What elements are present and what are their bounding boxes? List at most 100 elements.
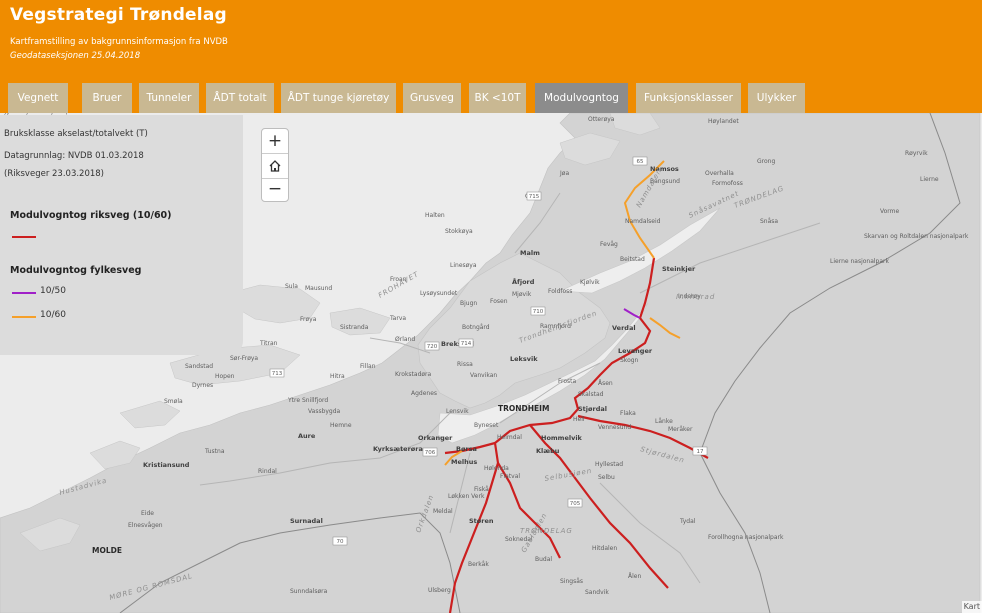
tab-bruer[interactable]: Bruer bbox=[82, 83, 132, 113]
map-label: Fillan bbox=[360, 363, 376, 370]
tab-modulvogntog[interactable]: Modulvogntog bbox=[535, 83, 628, 113]
tab-ulykker[interactable]: Ulykker bbox=[748, 83, 805, 113]
zoom-in-button[interactable]: + bbox=[262, 129, 288, 153]
map-label: Løkken Verk bbox=[448, 493, 485, 500]
map-label: Lierne nasjonalpark bbox=[830, 258, 890, 265]
map-label: Otterøya bbox=[588, 116, 615, 123]
map-label: Støren bbox=[469, 517, 494, 525]
legend-riksveg-heading: Modulvogntog riksveg (10/60) bbox=[10, 210, 172, 221]
svg-text:714: 714 bbox=[461, 341, 472, 347]
map-label: Budal bbox=[535, 556, 552, 563]
map-label: Skarvan og Roltdalen nasjonalpark bbox=[864, 233, 969, 240]
legend-fylkesveg-heading: Modulvogntog fylkesveg bbox=[10, 265, 142, 276]
map-label: Singsås bbox=[560, 578, 583, 585]
map-label: Lierne bbox=[920, 176, 939, 183]
map-label: Namdalseid bbox=[625, 218, 661, 225]
map-label: Klæbu bbox=[536, 447, 560, 455]
map-label: Hell bbox=[573, 416, 585, 423]
map-label: Sunndalsøra bbox=[290, 588, 328, 595]
map-label: Frøya bbox=[300, 316, 317, 323]
map-attribution[interactable]: Kart bbox=[961, 601, 982, 613]
home-icon bbox=[269, 160, 281, 172]
map-label: Sandvik bbox=[585, 589, 609, 596]
legend-line-3: (Riksveger 23.03.2018) bbox=[4, 169, 104, 179]
map-label: Verdal bbox=[612, 324, 636, 332]
map-label: Fiskå bbox=[474, 486, 489, 493]
map-label: Sør-Frøya bbox=[230, 355, 258, 362]
map-label: Kristiansund bbox=[143, 461, 190, 469]
map-label: Melhus bbox=[451, 458, 477, 466]
map-label: Stjørdal bbox=[578, 405, 607, 413]
map-label: Vorme bbox=[880, 208, 900, 215]
tab-vegnett[interactable]: Vegnett bbox=[8, 83, 68, 113]
map-label: Meråker bbox=[668, 426, 693, 433]
map-label: Ulsberg bbox=[428, 587, 451, 594]
map-label: Grong bbox=[757, 158, 775, 165]
map-label: Skogn bbox=[620, 357, 639, 364]
tab-ådt-tunge-kjøretøy[interactable]: ÅDT tunge kjøretøy bbox=[281, 83, 396, 113]
map-label: Frosta bbox=[558, 378, 576, 385]
map-label: Elnesvågen bbox=[128, 522, 163, 529]
map-label: Hølonda bbox=[484, 465, 509, 472]
map-label: Aure bbox=[298, 432, 316, 440]
map-label: TRONDHEIM bbox=[498, 404, 549, 413]
map-label: Lysøysundet bbox=[420, 290, 458, 297]
map-label: Orkanger bbox=[418, 434, 453, 442]
map-label: Linesøya bbox=[450, 262, 477, 269]
map-label: Leksvik bbox=[510, 355, 538, 363]
map-label: Åsen bbox=[598, 380, 613, 387]
map-label: Steinkjer bbox=[662, 265, 696, 273]
tab-grusveg[interactable]: Grusveg bbox=[403, 83, 461, 113]
legend-label-1060: 10/60 bbox=[40, 310, 66, 320]
svg-text:17: 17 bbox=[697, 449, 704, 455]
road-number-label: 710 bbox=[530, 306, 546, 316]
tab-funksjonsklasser[interactable]: Funksjonsklasser bbox=[636, 83, 741, 113]
map-label: Hitra bbox=[330, 373, 345, 380]
tab-ådt-totalt[interactable]: ÅDT totalt bbox=[206, 83, 274, 113]
road-number-label: 70 bbox=[332, 536, 348, 546]
home-button[interactable] bbox=[262, 153, 288, 179]
region-label: TRØNDELAG bbox=[520, 527, 573, 535]
map-label: Mausund bbox=[305, 285, 332, 292]
map-label: Flatval bbox=[500, 473, 520, 480]
legend-swatch-1060 bbox=[12, 316, 36, 318]
map-label: Krokstadøra bbox=[395, 371, 432, 378]
map-label: Foldfoss bbox=[548, 288, 572, 295]
map-label: Hemne bbox=[330, 422, 352, 429]
map-label: Ørland bbox=[395, 336, 415, 343]
svg-text:65: 65 bbox=[637, 159, 644, 165]
map-label: Lånke bbox=[655, 418, 673, 425]
map-label: Kyrksæterøra bbox=[373, 445, 423, 453]
map-label: Vanvikan bbox=[470, 372, 497, 379]
tab-tunneler[interactable]: Tunneler bbox=[139, 83, 199, 113]
app-subtitle: Kartframstilling av bakgrunnsinformasjon… bbox=[10, 37, 228, 47]
legend-panel: Bruksklasse akselast/totalvekt (T) Datag… bbox=[0, 115, 243, 355]
map-label: Mjøvik bbox=[512, 291, 532, 298]
legend-swatch-1050 bbox=[12, 292, 36, 294]
map-label: Børsa bbox=[456, 445, 477, 453]
legend-riksveg-swatch bbox=[12, 236, 36, 238]
map-label: MOLDE bbox=[92, 546, 122, 555]
map-label: Tydal bbox=[679, 518, 696, 525]
map-label: Heimdal bbox=[497, 434, 522, 441]
road-number-label: 705 bbox=[567, 498, 583, 508]
map-label: Botngård bbox=[462, 324, 490, 331]
app-title: Vegstrategi Trøndelag bbox=[10, 5, 227, 25]
road-number-label: 65 bbox=[632, 156, 648, 166]
map-label: Overhalla bbox=[705, 170, 734, 177]
map-label: Sandstad bbox=[185, 363, 213, 370]
region-label: Innherad bbox=[676, 293, 715, 301]
map-label: Rindal bbox=[258, 468, 277, 475]
map-label: Titran bbox=[259, 340, 278, 347]
map-label: Stokkøya bbox=[445, 228, 473, 235]
map-label: Surnadal bbox=[290, 517, 323, 525]
map-label: Vennesund bbox=[598, 424, 631, 431]
map-label: Hitdalen bbox=[592, 545, 617, 552]
svg-text:706: 706 bbox=[425, 450, 436, 456]
app-header: Vegstrategi Trøndelag Kartframstilling a… bbox=[0, 0, 982, 113]
road-number-label: 713 bbox=[269, 368, 285, 378]
tab-bk-10t[interactable]: BK <10T bbox=[469, 83, 526, 113]
road-number-label: 17 bbox=[692, 446, 708, 456]
zoom-out-button[interactable]: − bbox=[262, 177, 288, 201]
map-label: Kjølvik bbox=[580, 279, 600, 286]
